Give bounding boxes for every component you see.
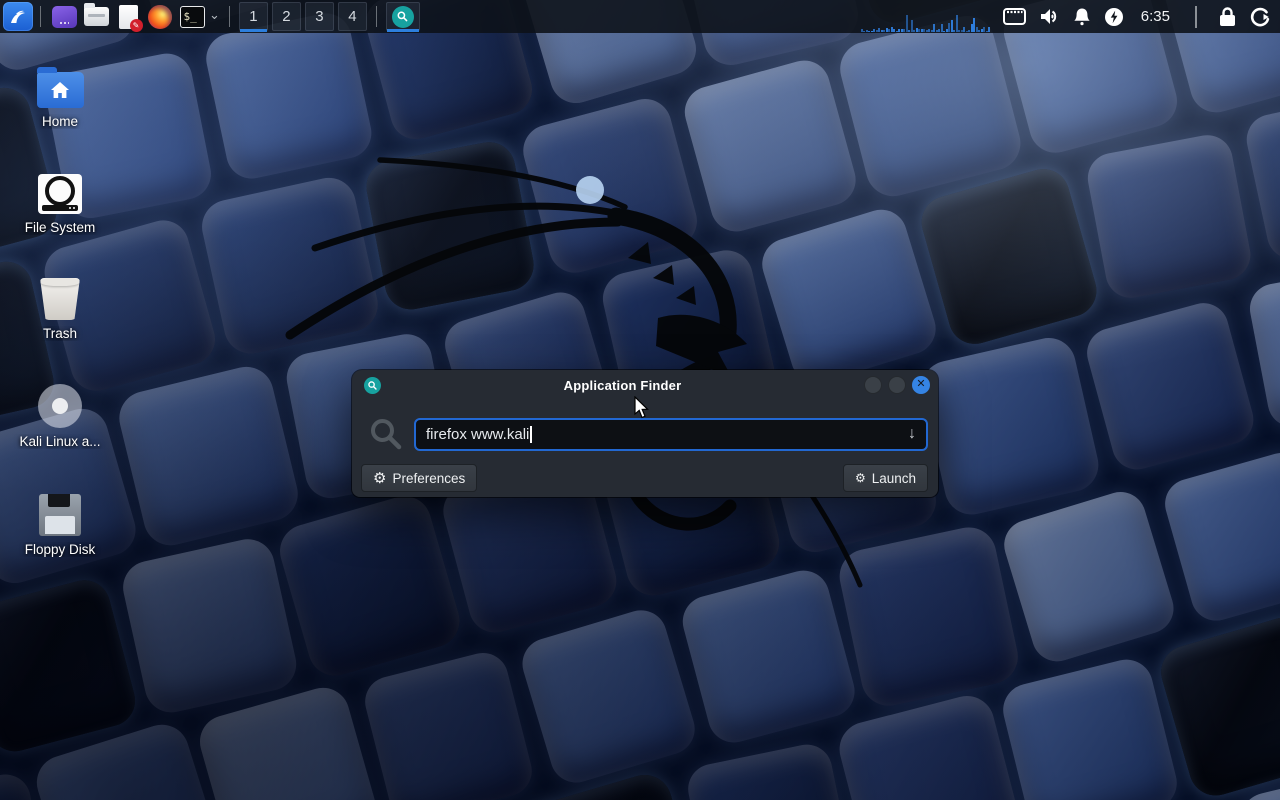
terminal-launcher[interactable]: $_ xyxy=(178,3,206,31)
dropdown-arrow-icon[interactable]: ↓ xyxy=(908,425,916,443)
top-panel: ✎ $_ ⌄ 1 2 3 4 xyxy=(0,0,1280,33)
search-input[interactable]: firefox www.kali ↓ xyxy=(414,418,928,451)
window-title: Application Finder xyxy=(381,378,864,393)
desktop-icon-floppy-disk[interactable]: Floppy Disk xyxy=(5,486,115,557)
launch-button[interactable]: ⚙ Launch xyxy=(843,464,928,492)
workspace-4-button[interactable]: 4 xyxy=(338,2,367,31)
mouse-cursor xyxy=(634,396,652,420)
terminal-icon: $_ xyxy=(180,6,205,28)
trash-icon xyxy=(40,278,80,320)
keyboard-icon[interactable] xyxy=(1003,8,1026,25)
application-finder-icon xyxy=(392,6,414,28)
maximize-button[interactable] xyxy=(888,376,906,394)
terminal-dropdown-chevron-icon[interactable]: ⌄ xyxy=(209,7,220,23)
desktop-icon-label: Kali Linux a... xyxy=(5,434,115,449)
logout-icon[interactable] xyxy=(1250,7,1270,27)
text-editor-launcher[interactable]: ✎ xyxy=(114,3,142,31)
folder-icon xyxy=(84,7,109,26)
workspace-1-label: 1 xyxy=(249,8,257,25)
document-icon: ✎ xyxy=(119,5,138,29)
launch-button-label: Launch xyxy=(872,471,916,486)
text-cursor xyxy=(530,426,532,443)
firefox-icon xyxy=(148,5,172,29)
application-finder-window: Application Finder ✕ firefox www.kali ↓ … xyxy=(352,370,938,497)
window-manager-icon xyxy=(52,6,77,28)
file-manager-launcher[interactable] xyxy=(82,3,110,31)
disc-icon xyxy=(38,384,82,428)
lock-screen-icon[interactable] xyxy=(1218,6,1237,27)
workspace-3-label: 3 xyxy=(315,8,323,25)
desktop-icon-label: File System xyxy=(5,220,115,235)
workspace-1-button[interactable]: 1 xyxy=(239,2,268,31)
panel-separator xyxy=(229,6,230,27)
kali-logo-icon xyxy=(8,7,28,27)
hard-drive-icon xyxy=(38,174,82,214)
panel-separator xyxy=(1195,6,1197,28)
home-folder-icon xyxy=(37,72,84,108)
workspace-3-button[interactable]: 3 xyxy=(305,2,334,31)
launch-gear-icon: ⚙ xyxy=(855,471,866,485)
search-input-value: firefox www.kali xyxy=(426,426,529,443)
firefox-launcher[interactable] xyxy=(146,3,174,31)
network-monitor-graph[interactable] xyxy=(861,0,993,33)
desktop-icon-kali-linux[interactable]: Kali Linux a... xyxy=(5,378,115,449)
applications-menu-button[interactable] xyxy=(3,2,33,31)
application-finder-task-button[interactable] xyxy=(386,2,420,31)
window-icon[interactable] xyxy=(364,377,381,394)
volume-icon[interactable] xyxy=(1039,7,1060,26)
panel-separator xyxy=(376,6,377,27)
house-icon xyxy=(49,80,71,100)
close-button[interactable]: ✕ xyxy=(912,376,930,394)
floppy-disk-icon xyxy=(39,494,81,536)
window-manager-launcher[interactable] xyxy=(50,3,78,31)
power-manager-icon[interactable] xyxy=(1104,7,1124,27)
preferences-button-label: Preferences xyxy=(392,471,465,486)
notifications-bell-icon[interactable] xyxy=(1073,7,1091,26)
desktop-icon-label: Floppy Disk xyxy=(5,542,115,557)
panel-separator xyxy=(40,6,41,27)
search-icon xyxy=(368,416,404,452)
preferences-button[interactable]: ⚙ Preferences xyxy=(361,464,477,492)
desktop-icon-trash[interactable]: Trash xyxy=(5,270,115,341)
workspace-2-button[interactable]: 2 xyxy=(272,2,301,31)
minimize-button[interactable] xyxy=(864,376,882,394)
edit-badge-icon: ✎ xyxy=(130,19,143,32)
desktop-icon-file-system[interactable]: File System xyxy=(5,164,115,235)
clock[interactable]: 6:35 xyxy=(1141,8,1170,25)
workspace-2-label: 2 xyxy=(282,8,290,25)
desktop-icon-label: Trash xyxy=(5,326,115,341)
workspace-4-label: 4 xyxy=(348,8,356,25)
desktop-icon-home[interactable]: Home xyxy=(5,58,115,129)
desktop-icon-label: Home xyxy=(5,114,115,129)
gear-icon: ⚙ xyxy=(373,469,386,487)
